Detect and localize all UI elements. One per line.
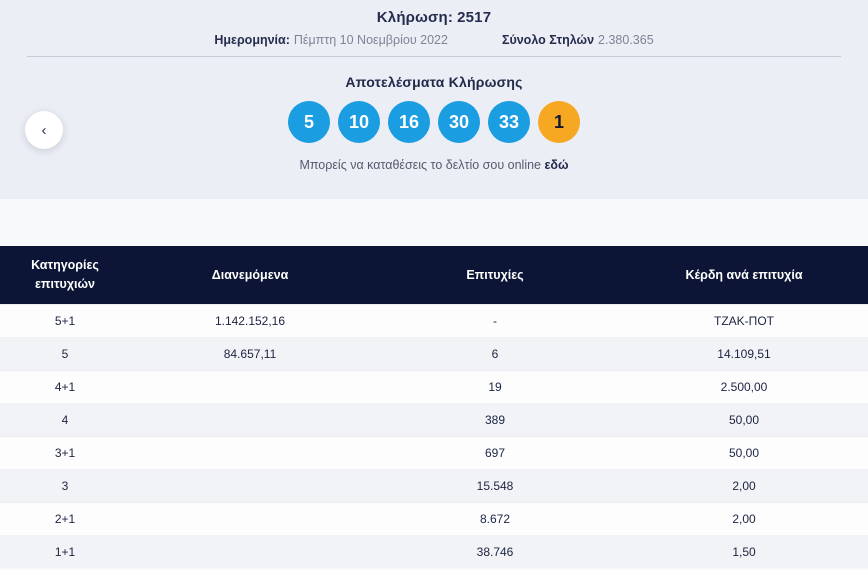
table-cell-category: 3 [61,478,69,493]
table-cell-category: 4 [61,412,69,427]
draw-summary-card: Κλήρωση: 2517 Ημερομηνία: Πέμπτη 10 Νοεμβρ… [0,0,868,199]
draw-number-ball: 30 [438,101,480,143]
date-label: Ημερομηνία: [214,33,290,47]
table-cell-prize: 1,50 [732,544,756,559]
online-here-link[interactable]: εδώ [544,158,568,172]
table-cell-winners: 15.548 [476,478,514,493]
columns-label: Σύνολο Στηλών [501,33,595,47]
table-cell-winners: 389 [484,412,506,427]
table-cell-category: 5 [61,346,69,361]
balls-row: 5 10 16 30 33 1 [0,101,868,143]
draw-label: Κλήρωση: [376,9,454,26]
table-cell-category: 1+1 [54,544,76,559]
table-body: 5+1 1.142.152,16 - ΤΖΑΚ-ΠΟΤ 5 84.657,11 6 14.10… [0,304,868,568]
table-cell-winners: 8.672 [479,512,511,526]
results-title: Αποτελέσματα Κλήρωσης [345,74,523,90]
header-categories: Κατηγορίες επιτυχιών [31,258,99,291]
table-cell-prize: 50,00 [728,446,760,460]
draw-number-ball: 33 [488,101,530,143]
header-winners: Επιτυχίες [466,267,524,282]
table-row: 5 84.657,11 6 14.109,51 [0,337,868,370]
date-value: Πέμπτη 10 Νοεμβρίου 2022 [293,33,448,47]
draw-number-ball: 5 [288,101,330,143]
online-text-label: Μπορείς να καταθέσεις το δελτίο σου onli… [299,158,541,172]
table-cell-category: 3+1 [54,446,76,460]
table-cell-prize: 14.109,51 [717,346,771,361]
header-distributed: Διανεμόμενα [211,267,289,282]
prize-table-header: Κατηγορίες επιτυχιών Διανεμόμενα Επιτυχί… [0,246,868,304]
table-cell-category: 4+1 [54,380,76,394]
lottery-results-page: Κλήρωση: 2517 Ημερομηνία: Πέμπτη 10 Νοεμβρ… [0,0,868,570]
table-cell-category: 5+1 [54,314,76,328]
table-cell-winners: 19 [488,380,502,394]
total-columns: Σύνολο Στηλών 2.380.365 [502,33,654,47]
draw-date: Ημερομηνία: Πέμπτη 10 Νοεμβρίου 2022 [214,33,448,47]
table-row: 5+1 1.142.152,16 - ΤΖΑΚ-ΠΟΤ [0,304,868,337]
table-row: 3+1 697 50,00 [0,436,868,469]
table-cell-prize: 2,00 [732,478,756,493]
prize-table: Κατηγορίες επιτυχιών Διανεμόμενα Επιτυχί… [0,246,868,568]
table-cell-distributed: 84.657,11 [223,346,277,361]
online-deposit-text: Μπορείς να καταθέσεις το δελτίο σου onli… [0,158,868,172]
draw-number: 2517 [457,9,492,26]
carousel-prev-button[interactable]: ‹ [25,111,63,149]
header-divider [27,56,841,57]
table-cell-prize: ΤΖΑΚ-ΠΟΤ [714,314,774,328]
table-cell-winners: 6 [491,346,499,361]
table-cell-prize: 50,00 [728,412,760,427]
table-row: 4+1 19 2.500,00 [0,370,868,403]
table-cell-winners: - [493,314,497,328]
draw-meta: Ημερομηνία: Πέμπτη 10 Νοεμβρίου 2022 Σύνο… [0,33,868,47]
table-row: 1+1 38.746 1,50 [0,535,868,568]
joker-number-ball: 1 [538,101,580,143]
draw-title: Κλήρωση: 2517 [0,0,868,26]
table-cell-prize: 2.500,00 [720,380,768,394]
table-cell-winners: 697 [484,446,506,460]
header-prize: Κέρδη ανά επιτυχία [685,267,803,282]
chevron-left-icon: ‹ [41,121,47,139]
table-row: 4 389 50,00 [0,403,868,436]
table-row: 3 15.548 2,00 [0,469,868,502]
table-row: 2+1 8.672 2,00 [0,502,868,535]
table-cell-winners: 38.746 [476,544,514,559]
table-cell-distributed: 1.142.152,16 [214,314,286,328]
table-cell-prize: 2,00 [732,512,756,526]
columns-value: 2.380.365 [598,33,654,47]
draw-number-ball: 16 [388,101,430,143]
section-spacer [0,199,868,246]
draw-number-ball: 10 [338,101,380,143]
table-cell-category: 2+1 [54,512,76,526]
